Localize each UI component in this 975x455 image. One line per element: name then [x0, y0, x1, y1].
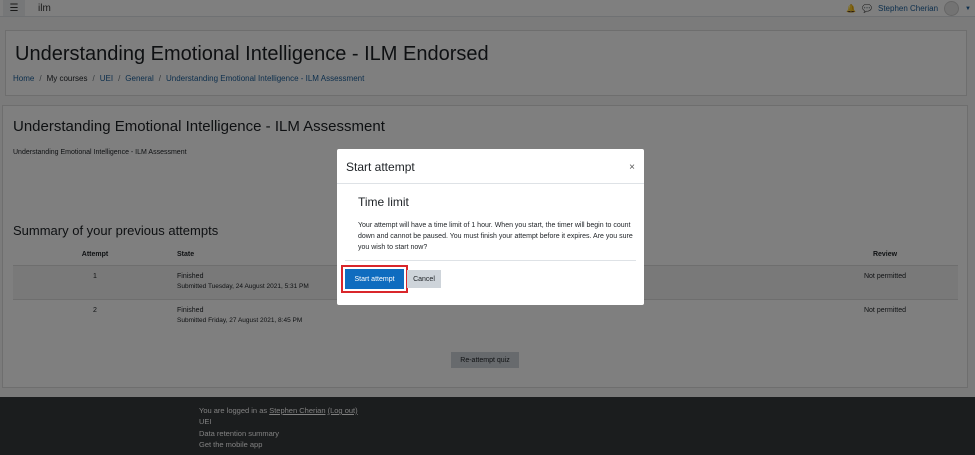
modal-title: Start attempt: [346, 160, 415, 174]
cancel-button[interactable]: Cancel: [407, 270, 441, 288]
divider: [345, 260, 636, 261]
close-icon[interactable]: ×: [629, 162, 635, 173]
time-limit-message: Your attempt will have a time limit of 1…: [358, 222, 633, 251]
time-limit-heading: Time limit: [358, 195, 409, 209]
highlight-box: [341, 265, 408, 293]
modal-header: Start attempt ×: [337, 149, 644, 184]
